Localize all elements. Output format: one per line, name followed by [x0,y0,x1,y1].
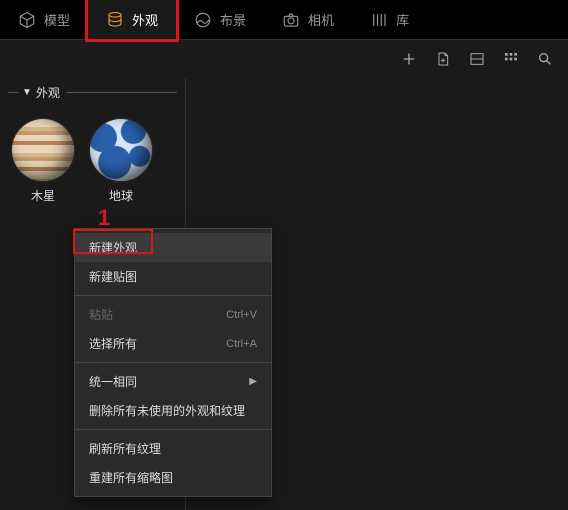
sphere-preview-icon [90,119,152,181]
thumbnail-grid: 木星 地球 [8,111,177,212]
panel-title-label: 外观 [36,84,60,101]
database-icon [106,11,124,29]
context-menu: 新建外观 新建贴图 粘贴 Ctrl+V 选择所有 Ctrl+A 统一相同 ▶ 删… [74,228,272,497]
menu-separator [75,362,271,363]
menu-shortcut: Ctrl+A [226,338,257,350]
tab-model[interactable]: 模型 [0,0,88,39]
menu-delete-unused[interactable]: 删除所有未使用的外观和纹理 [75,396,271,425]
toolbar [0,40,568,78]
tab-appearance[interactable]: 外观 [85,0,179,42]
menu-separator [75,295,271,296]
chevron-right-icon: ▶ [249,376,257,387]
thumb-label: 木星 [31,187,55,204]
grid-view-button[interactable] [502,50,520,68]
menu-label: 重建所有缩略图 [89,469,173,486]
menu-paste: 粘贴 Ctrl+V [75,300,271,329]
tab-appearance-label: 外观 [132,10,158,29]
panel-title[interactable]: ▼ 外观 [8,84,177,101]
tab-library[interactable]: 库 [352,0,427,39]
menu-label: 新建外观 [89,239,137,256]
image-icon [194,11,212,29]
tab-camera[interactable]: 相机 [264,0,352,39]
material-jupiter[interactable]: 木星 [12,119,74,204]
list-view-button[interactable] [468,50,486,68]
search-button[interactable] [536,50,554,68]
collapse-arrow-icon: ▼ [22,87,32,98]
thumb-label: 地球 [109,187,133,204]
sphere-preview-icon [12,119,74,181]
tab-camera-label: 相机 [308,10,334,29]
menu-label: 选择所有 [89,335,137,352]
material-earth[interactable]: 地球 [90,119,152,204]
menu-label: 删除所有未使用的外观和纹理 [89,402,245,419]
camera-icon [282,11,300,29]
menu-unify-same[interactable]: 统一相同 ▶ [75,367,271,396]
menu-rebuild-thumbs[interactable]: 重建所有缩略图 [75,463,271,492]
cube-icon [18,11,36,29]
menu-label: 刷新所有纹理 [89,440,161,457]
menu-refresh-textures[interactable]: 刷新所有纹理 [75,434,271,463]
tab-model-label: 模型 [44,10,70,29]
menu-label: 粘贴 [89,306,113,323]
tab-library-label: 库 [396,10,409,29]
top-tabs: 模型 外观 布景 相机 库 [0,0,568,40]
annotation-step-number: 1 [98,205,110,231]
menu-select-all[interactable]: 选择所有 Ctrl+A [75,329,271,358]
library-icon [370,11,388,29]
menu-new-appearance[interactable]: 新建外观 [75,233,271,262]
add-button[interactable] [400,50,418,68]
menu-new-texture[interactable]: 新建贴图 [75,262,271,291]
tab-layout[interactable]: 布景 [176,0,264,39]
menu-label: 新建贴图 [89,268,137,285]
menu-label: 统一相同 [89,373,137,390]
new-file-button[interactable] [434,50,452,68]
menu-shortcut: Ctrl+V [226,309,257,321]
tab-layout-label: 布景 [220,10,246,29]
menu-separator [75,429,271,430]
